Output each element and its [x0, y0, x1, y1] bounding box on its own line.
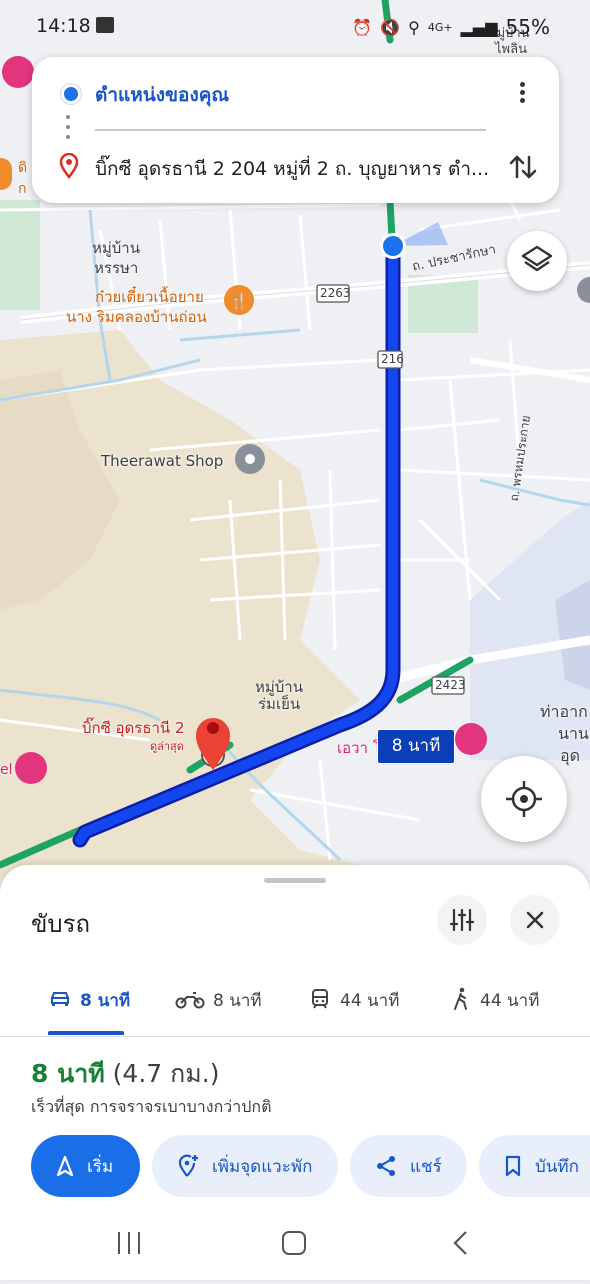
road-shield-label: 2423 [435, 678, 466, 692]
add-stop-icon [178, 1154, 198, 1177]
layers-icon [521, 245, 553, 272]
add-stop-label: เพิ่มจุดแวะพัก [212, 1156, 313, 1177]
my-location-icon [506, 781, 542, 817]
map-label: ก [18, 181, 27, 197]
drag-handle[interactable] [264, 878, 326, 883]
start-button[interactable]: เริ่ม [31, 1135, 140, 1197]
tune-icon [449, 908, 475, 932]
route-time-badge[interactable]: 8 นาที [377, 729, 455, 764]
navigation-arrow-icon [56, 1155, 74, 1177]
save-label: บันทึก [535, 1156, 579, 1177]
directions-card: ตำแหน่งของคุณ บิ๊กซี อุดรธานี 2 204 หมู่… [32, 57, 559, 203]
tab-transit[interactable]: 44 นาที [308, 975, 399, 1037]
tab-drive[interactable]: 8 นาที [48, 975, 130, 1037]
motorcycle-icon [175, 992, 205, 1009]
add-stop-button[interactable]: เพิ่มจุดแวะพัก [152, 1135, 338, 1197]
map-label: ดิ [18, 160, 28, 176]
tab-transit-time: 44 นาที [340, 991, 400, 1011]
location-pin-icon [58, 152, 80, 183]
field-divider [95, 129, 486, 131]
route-options-button[interactable] [437, 895, 487, 945]
poi-label-noodle[interactable]: นาง ริมคลองบ้านถ่อน [66, 305, 207, 329]
poi-label-hotel[interactable]: เอวา โ [337, 736, 381, 760]
recent-apps-button[interactable] [118, 1232, 140, 1254]
route-distance: (4.7 กม.) [112, 1059, 220, 1088]
route-connector-dots [66, 115, 70, 145]
mute-icon: 🔇 [380, 17, 401, 37]
more-options-button[interactable] [507, 79, 537, 109]
bookmark-icon [505, 1155, 521, 1177]
walk-icon [454, 987, 467, 1010]
tab-drive-time: 8 นาที [80, 991, 131, 1011]
route-duration: 8 นาที [31, 1059, 105, 1088]
park-area [0, 200, 40, 310]
tab-walk-time: 44 นาที [480, 991, 540, 1011]
alarm-icon: ⏰ [352, 17, 373, 37]
location-status-icon: ⚲ [408, 17, 420, 37]
tabs-divider [0, 1036, 590, 1037]
tab-motorcycle-time: 8 นาที [213, 991, 262, 1011]
hotel-poi-icon-top[interactable] [2, 56, 34, 88]
route-summary: 8 นาที (4.7 กม.) [31, 1054, 219, 1094]
tab-motorcycle[interactable]: 8 นาที [175, 975, 262, 1037]
system-nav-bar [0, 1212, 590, 1280]
status-icons: ⏰ 🔇 ⚲ 4G+ ▂▄▆ 55% [352, 15, 550, 39]
travel-mode-title: ขับรถ [31, 910, 91, 938]
hotel-poi-icon[interactable] [455, 723, 487, 755]
status-time: 14:18 [36, 15, 91, 37]
layers-button[interactable] [507, 231, 567, 291]
transit-icon [312, 989, 328, 1009]
gallery-notification-icon [96, 17, 114, 33]
origin-field[interactable]: ตำแหน่งของคุณ [95, 80, 229, 110]
more-vert-icon [507, 82, 537, 103]
current-location-dot[interactable] [383, 236, 403, 256]
home-button[interactable] [282, 1231, 306, 1255]
share-button[interactable]: แชร์ [350, 1135, 467, 1197]
road-shield-label: 2263 [320, 286, 351, 300]
map-label: ร่มเย็น [258, 695, 301, 713]
swap-button[interactable] [503, 147, 543, 187]
my-location-button[interactable] [481, 756, 567, 842]
map-label: หรรษา [94, 259, 139, 277]
blue-dot-icon [61, 84, 81, 104]
share-icon [377, 1156, 395, 1176]
tab-walk[interactable]: 44 นาที [450, 975, 539, 1037]
share-label: แชร์ [410, 1156, 442, 1177]
route-traffic-note: เร็วที่สุด การจราจรเบาบางกว่าปกติ [31, 1097, 272, 1116]
map-label: el [0, 762, 13, 778]
travel-mode-tabs: 8 นาที 8 นาที 44 นาที 44 นาที [0, 975, 590, 1037]
hotel-poi-icon-left[interactable] [15, 752, 47, 784]
close-icon [526, 911, 544, 929]
battery-level: 55% [505, 15, 550, 39]
save-button[interactable]: บันทึก [479, 1135, 590, 1197]
car-icon [51, 992, 69, 1006]
start-button-label: เริ่ม [87, 1156, 114, 1177]
swap-vert-icon [509, 155, 537, 179]
destination-sublabel: ดูล่าสุด [150, 740, 184, 753]
road-shield-label: 216 [381, 352, 404, 366]
network-type: 4G+ [427, 20, 453, 34]
back-button[interactable] [453, 1231, 467, 1255]
poi-label-theerawat[interactable]: Theerawat Shop [101, 452, 223, 470]
close-button[interactable] [510, 895, 560, 945]
svg-text:🍴: 🍴 [230, 292, 249, 310]
destination-field[interactable]: บิ๊กซี อุดรธานี 2 204 หมู่ที่ 2 ถ. บุญยา… [95, 154, 490, 184]
active-tab-indicator [48, 1031, 124, 1035]
status-bar: 14:18 ⏰ 🔇 ⚲ 4G+ ▂▄▆ 55% [0, 0, 590, 56]
signal-icon: ▂▄▆ [460, 17, 498, 37]
